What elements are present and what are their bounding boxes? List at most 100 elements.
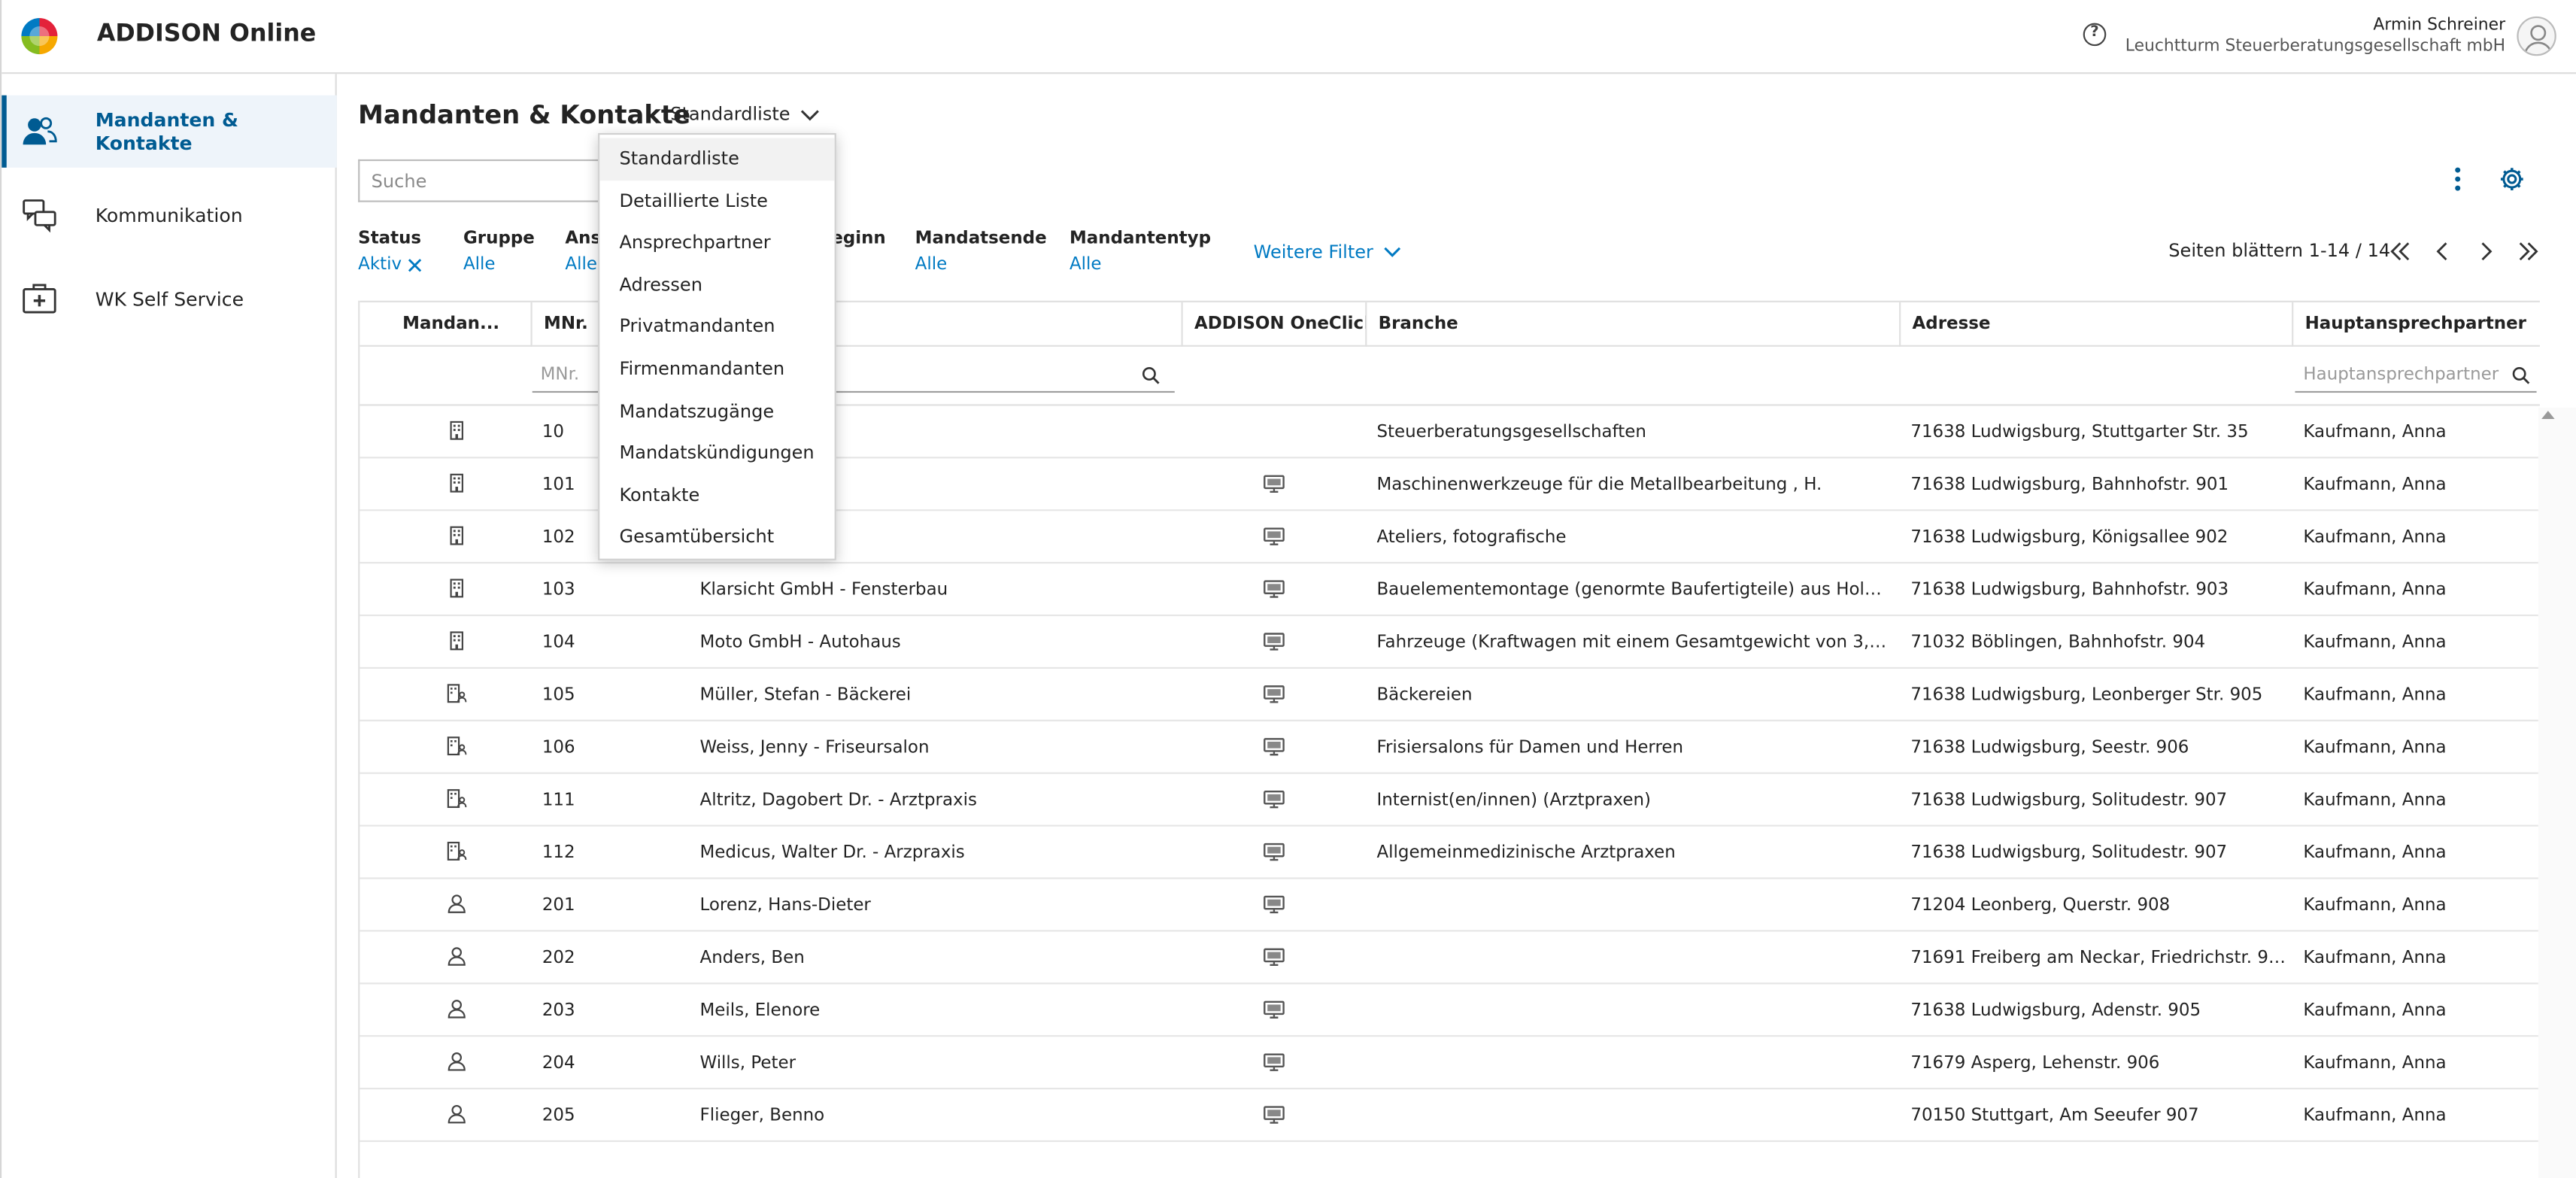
wolters-kluwer-logo-icon	[21, 18, 58, 55]
chevron-down-icon	[1384, 247, 1400, 257]
table-row[interactable]: 104 Moto GmbH - Autohaus Fahrzeuge (Kraf…	[360, 616, 2540, 669]
row-adresse: 71032 Böblingen, Bahnhofstr. 904	[1910, 632, 2206, 653]
search-icon[interactable]	[1142, 366, 1160, 384]
filter-mandatsende[interactable]: Mandatsende Alle	[915, 226, 1047, 279]
dropdown-item-kontakte[interactable]: Kontakte	[599, 475, 834, 517]
row-adresse: 71638 Ludwigsburg, Stuttgarter Str. 35	[1910, 422, 2249, 442]
sidebar-item-mandanten-kontakte[interactable]: Mandanten & Kontakte	[2, 95, 337, 168]
dropdown-item-adressen[interactable]: Adressen	[599, 264, 834, 306]
building-person-icon	[447, 788, 467, 809]
row-branche: Fahrzeuge (Kraftwagen mit einem Gesamtge…	[1376, 632, 1889, 653]
filter-mandatsbeginn[interactable]: eginn	[831, 226, 885, 250]
row-adresse: 71638 Ludwigsburg, Solitudestr. 907	[1910, 843, 2228, 863]
oneclick-monitor-icon[interactable]	[1264, 895, 1285, 914]
table-row[interactable]: 103 Klarsicht GmbH - Fensterbau Baueleme…	[360, 563, 2540, 617]
row-branche	[1376, 984, 1889, 1037]
column-header-adresse[interactable]: Adresse	[1901, 302, 2294, 347]
clear-filter-icon[interactable]	[407, 257, 422, 272]
oneclick-monitor-icon[interactable]	[1264, 738, 1285, 756]
table-row[interactable]: 202 Anders, Ben 71691 Freiberg am Neckar…	[360, 932, 2540, 985]
row-adresse: 71638 Ludwigsburg, Leonberger Str. 905	[1910, 685, 2263, 706]
building-icon	[447, 631, 466, 651]
filter-status[interactable]: Status Aktiv	[358, 226, 421, 279]
oneclick-monitor-icon[interactable]	[1264, 527, 1285, 545]
table-row[interactable]: 106 Weiss, Jenny - Friseursalon Frisiers…	[360, 721, 2540, 774]
oneclick-monitor-icon[interactable]	[1264, 1053, 1285, 1071]
oneclick-monitor-icon[interactable]	[1264, 475, 1285, 493]
first-page-icon[interactable]	[2389, 240, 2412, 263]
column-header-hauptansprechpartner[interactable]: Hauptansprechpartner	[2293, 302, 2540, 347]
sidebar-item-kommunikation[interactable]: Kommunikation	[2, 179, 337, 251]
oneclick-monitor-icon[interactable]	[1264, 1000, 1285, 1019]
search-input[interactable]	[358, 159, 605, 202]
column-header-addison-oneclick[interactable]: ADDISON OneClick	[1183, 302, 1367, 347]
avatar-icon[interactable]	[2517, 16, 2556, 56]
oneclick-monitor-icon[interactable]	[1264, 790, 1285, 809]
table-scrollbar[interactable]	[2538, 407, 2576, 1178]
name-filter-input[interactable]	[836, 356, 1175, 393]
more-filters-button[interactable]: Weitere Filter	[1254, 241, 1401, 263]
list-view-dropdown-menu: Standardliste Detaillierte Liste Ansprechp…	[598, 132, 836, 560]
table-row[interactable]: 111 Altritz, Dagobert Dr. - Arztpraxis I…	[360, 774, 2540, 827]
person-icon	[447, 1052, 466, 1071]
oneclick-monitor-icon[interactable]	[1264, 580, 1285, 598]
oneclick-monitor-icon[interactable]	[1264, 685, 1285, 703]
app-title: ADDISON Online	[96, 21, 317, 48]
row-name: Flieger, Benno	[699, 1106, 825, 1126]
row-hauptansprechpartner: Kaufmann, Anna	[2303, 948, 2447, 968]
dropdown-item-detaillierte-liste[interactable]: Detaillierte Liste	[599, 180, 834, 222]
row-mnr: 105	[542, 685, 575, 706]
table-row[interactable]: 112 Medicus, Walter Dr. - Arzpraxis Allg…	[360, 827, 2540, 879]
sidebar-item-wk-self-service[interactable]: WK Self Service	[2, 263, 337, 335]
dropdown-item-privatmandanten[interactable]: Privatmandanten	[599, 306, 834, 348]
gear-icon[interactable]	[2499, 166, 2525, 193]
more-options-icon[interactable]	[2453, 166, 2462, 193]
row-hauptansprechpartner: Kaufmann, Anna	[2303, 1053, 2447, 1073]
dropdown-item-gesamtübersicht[interactable]: Gesamtübersicht	[599, 517, 834, 559]
column-header-branche[interactable]: Branche	[1367, 302, 1901, 347]
row-hauptansprechpartner: Kaufmann, Anna	[2303, 790, 2447, 810]
filter-gruppe[interactable]: Gruppe Alle	[463, 226, 535, 279]
hauptansprechpartner-filter-input[interactable]	[2295, 356, 2537, 393]
app-window: ADDISON Online ? Armin Schreiner Leuchtt…	[0, 0, 2576, 1178]
table-row[interactable]: 203 Meils, Elenore 71638 Ludwigsburg, Ad…	[360, 984, 2540, 1037]
building-icon	[447, 578, 466, 598]
row-hauptansprechpartner: Kaufmann, Anna	[2303, 422, 2447, 442]
chat-bubbles-icon	[23, 199, 56, 233]
scroll-up-arrow-icon[interactable]	[2541, 411, 2555, 419]
building-icon	[447, 473, 466, 493]
row-hauptansprechpartner: Kaufmann, Anna	[2303, 895, 2447, 915]
dropdown-item-ansprechpartner[interactable]: Ansprechpartner	[599, 222, 834, 264]
oneclick-monitor-icon[interactable]	[1264, 633, 1285, 651]
row-branche	[1376, 879, 1889, 932]
sidebar-item-label: Mandanten & Kontakte	[95, 108, 238, 155]
column-header-mandantentyp[interactable]: Mandan...	[360, 302, 532, 347]
dropdown-item-mandatszugänge[interactable]: Mandatszugänge	[599, 390, 834, 433]
oneclick-monitor-icon[interactable]	[1264, 1106, 1285, 1124]
filter-mandantentyp[interactable]: Mandantentyp Alle	[1070, 226, 1211, 279]
dropdown-item-mandatskündigungen[interactable]: Mandatskündigungen	[599, 433, 834, 475]
table-row[interactable]: 205 Flieger, Benno 70150 Stuttgart, Am S…	[360, 1089, 2540, 1143]
table-row[interactable]: 105 Müller, Stefan - Bäckerei Bäckereien…	[360, 669, 2540, 721]
oneclick-monitor-icon[interactable]	[1264, 843, 1285, 861]
dropdown-item-firmenmandanten[interactable]: Firmenmandanten	[599, 348, 834, 390]
building-person-icon	[447, 736, 467, 756]
list-view-selector[interactable]: Standardliste	[670, 104, 820, 125]
row-hauptansprechpartner: Kaufmann, Anna	[2303, 685, 2447, 706]
row-hauptansprechpartner: Kaufmann, Anna	[2303, 632, 2447, 653]
person-icon	[447, 1104, 466, 1124]
previous-page-icon[interactable]	[2432, 240, 2455, 263]
help-icon[interactable]: ?	[2083, 23, 2107, 47]
table-row[interactable]: 204 Wills, Peter 71679 Asperg, Lehenstr.…	[360, 1037, 2540, 1090]
next-page-icon[interactable]	[2474, 240, 2498, 263]
row-adresse: 71691 Freiberg am Neckar, Friedrichstr. …	[1910, 948, 2289, 968]
row-branche	[1376, 1037, 1889, 1089]
table-row[interactable]: 201 Lorenz, Hans-Dieter 71204 Leonberg, …	[360, 879, 2540, 932]
list-view-selector-label: Standardliste	[670, 103, 790, 126]
dropdown-item-standardliste[interactable]: Standardliste	[599, 138, 835, 181]
search-icon[interactable]	[2512, 366, 2530, 384]
row-adresse: 71638 Ludwigsburg, Bahnhofstr. 903	[1910, 580, 2229, 600]
oneclick-monitor-icon[interactable]	[1264, 948, 1285, 967]
row-branche: Internist(en/innen) (Arztpraxen)	[1376, 790, 1651, 810]
last-page-icon[interactable]	[2517, 240, 2540, 263]
